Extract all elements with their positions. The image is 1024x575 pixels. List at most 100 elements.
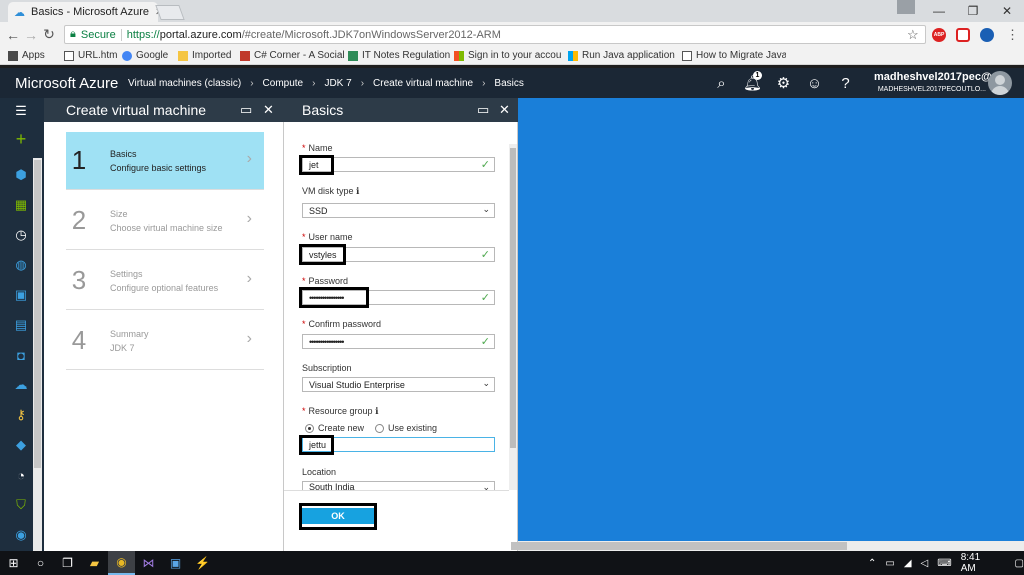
dashboard-grid-icon[interactable]: ▦ — [13, 197, 29, 213]
step-basics[interactable]: 1 Basics Configure basic settings › — [66, 132, 264, 190]
monitor-gauge-icon[interactable]: ◔ — [13, 467, 29, 483]
close-icon[interactable]: ✕ — [499, 102, 510, 118]
shield-extension-icon[interactable] — [956, 28, 970, 42]
breadcrumb-jdk7[interactable]: JDK 7 — [324, 78, 351, 89]
network-icon[interactable]: ◢ — [904, 558, 912, 569]
use-existing-radio[interactable]: Use existing — [375, 423, 437, 433]
highlight-box — [299, 155, 334, 175]
bookmark-it-notes[interactable]: IT Notes Regulation 2 — [348, 50, 450, 61]
breadcrumb-basics[interactable]: Basics — [494, 78, 523, 89]
step-settings[interactable]: 3 Settings Configure optional features › — [66, 252, 264, 310]
reload-icon[interactable]: ↻ — [40, 26, 58, 43]
bookmark-imported[interactable]: Imported — [178, 50, 236, 61]
sticky-app-icon[interactable]: ⚡ — [189, 551, 216, 575]
subscription-select[interactable]: Visual Studio Enterprise ⌄ — [302, 377, 495, 392]
clock-icon[interactable]: ◷ — [13, 227, 29, 243]
browser-tab[interactable]: ☁ Basics - Microsoft Azure ✕ — [8, 2, 163, 22]
keyboard-icon[interactable]: ⌨ — [937, 558, 951, 569]
forward-icon[interactable]: → — [22, 27, 40, 43]
search-icon[interactable]: ⌕ — [706, 68, 737, 98]
new-tab-button[interactable] — [155, 5, 185, 20]
checkmark-icon: ✓ — [480, 249, 490, 261]
menu-kebab-icon[interactable]: ⋮ — [1006, 27, 1019, 43]
radio-unselected-icon — [375, 423, 384, 433]
close-window-icon[interactable]: ✕ — [990, 0, 1024, 22]
cube-icon[interactable]: ⬢ — [13, 167, 29, 183]
windows-start-icon[interactable]: ⊞ — [0, 551, 27, 575]
chrome-icon[interactable]: ◉ — [108, 551, 135, 575]
notification-count: 1 — [753, 71, 762, 80]
clock-time[interactable]: 8:41 AM — [961, 552, 992, 574]
page-icon — [682, 50, 692, 61]
vm-monitor-icon[interactable]: ▣ — [13, 287, 29, 303]
address-bar[interactable]: 🔒︎ Secure https://portal.azure.com/#crea… — [64, 25, 926, 44]
chevron-up-icon[interactable]: ⌃ — [868, 558, 876, 569]
create-vm-blade: Create virtual machine ▭ ✕ 1 Basics Confi… — [44, 98, 284, 551]
battery-icon[interactable]: ▭ — [885, 558, 894, 569]
settings-gear-icon[interactable]: ⚙ — [768, 68, 799, 98]
step-subtitle: Choose virtual machine size — [110, 222, 223, 233]
back-icon[interactable]: ← — [4, 27, 22, 43]
new-resource-plus-icon[interactable]: + — [13, 129, 29, 149]
network-diamond-icon[interactable]: ◆ — [13, 437, 29, 453]
bookmark-apps[interactable]: Apps — [8, 50, 60, 61]
step-summary[interactable]: 4 Summary JDK 7 › — [66, 312, 264, 370]
advisor-icon[interactable]: ◉ — [13, 527, 29, 543]
bookmark-google[interactable]: Google — [122, 50, 174, 61]
azure-brand[interactable]: Microsoft Azure — [0, 75, 128, 92]
security-shield-icon[interactable]: ⛉ — [13, 497, 29, 513]
horizontal-scroll-thumb[interactable] — [511, 542, 847, 550]
volume-icon[interactable]: ◁ — [921, 558, 929, 569]
chevron-right-icon: › — [482, 77, 486, 89]
highlight-box — [299, 244, 346, 265]
breadcrumb-vm-classic[interactable]: Virtual machines (classic) — [128, 78, 241, 89]
visual-studio-icon[interactable]: ⋈ — [135, 551, 162, 575]
breadcrumb-create-vm[interactable]: Create virtual machine — [373, 78, 473, 89]
task-view-icon[interactable]: ❐ — [54, 551, 81, 575]
bookmark-star-icon[interactable]: ☆ — [907, 27, 919, 43]
maximize-icon[interactable]: ▭ — [477, 102, 489, 118]
help-icon[interactable]: ? — [830, 68, 861, 98]
username-label: * User name — [302, 232, 353, 242]
action-center-icon[interactable]: ▢ — [1015, 558, 1024, 569]
feedback-smiley-icon[interactable]: ☺ — [799, 68, 830, 98]
globe-icon[interactable]: ◍ — [13, 257, 29, 273]
system-tray: ⌃ ▭ ◢ ◁ ⌨ 8:41 AM ▢ — [868, 551, 1024, 575]
hamburger-menu-icon[interactable]: ☰ — [13, 103, 29, 119]
azure-cloud-icon: ☁ — [14, 6, 25, 19]
create-new-radio[interactable]: Create new — [305, 423, 364, 433]
user-account[interactable]: madheshvel2017pec@... MADHESHVEL2017PECO… — [874, 71, 1001, 93]
sql-database-icon[interactable]: ◘ — [13, 347, 29, 363]
radio-selected-icon — [305, 423, 314, 433]
blade1-scroll-thumb[interactable] — [34, 160, 41, 468]
cloud-service-icon[interactable]: ▤ — [13, 317, 29, 333]
chrome-extension-icon[interactable] — [980, 28, 994, 42]
minimize-icon[interactable]: — — [922, 0, 956, 22]
bookmark-sign-in[interactable]: Sign in to your accou — [454, 50, 564, 61]
bookmark-url-html[interactable]: URL.html — [64, 50, 118, 61]
page-icon — [64, 50, 74, 61]
notification-bell-icon[interactable]: 🔔︎ 1 — [737, 68, 768, 98]
breadcrumb-compute[interactable]: Compute — [263, 78, 304, 89]
cortana-search-icon[interactable]: ○ — [27, 551, 54, 575]
confirm-password-input[interactable]: •••••••••••••••• ✓ — [302, 334, 495, 349]
disk-type-label: VM disk type ℹ — [302, 186, 360, 196]
avatar[interactable] — [988, 71, 1012, 95]
remote-desktop-icon[interactable]: ▣ — [162, 551, 189, 575]
adblock-icon[interactable]: ABP — [932, 28, 946, 42]
file-explorer-icon[interactable]: ▰ — [81, 551, 108, 575]
step-size[interactable]: 2 Size Choose virtual machine size › — [66, 192, 264, 250]
maximize-icon[interactable]: ▭ — [240, 102, 252, 118]
bookmark-csharp-corner[interactable]: C# Corner - A Social C — [240, 50, 344, 61]
profile-icon[interactable] — [897, 0, 915, 14]
microsoft-icon — [568, 50, 578, 61]
basics-scroll-thumb[interactable] — [510, 148, 516, 448]
name-label: * Name — [302, 143, 333, 153]
bookmark-migrate-java[interactable]: How to Migrate Java A — [682, 50, 786, 61]
restore-icon[interactable]: ❐ — [956, 0, 990, 22]
bookmark-run-java[interactable]: Run Java application o — [568, 50, 678, 61]
key-icon[interactable]: ⚷ — [13, 407, 29, 423]
storage-cloud-icon[interactable]: ☁ — [13, 377, 29, 393]
close-icon[interactable]: ✕ — [263, 102, 274, 118]
disk-type-select[interactable]: SSD ⌄ — [302, 203, 495, 218]
